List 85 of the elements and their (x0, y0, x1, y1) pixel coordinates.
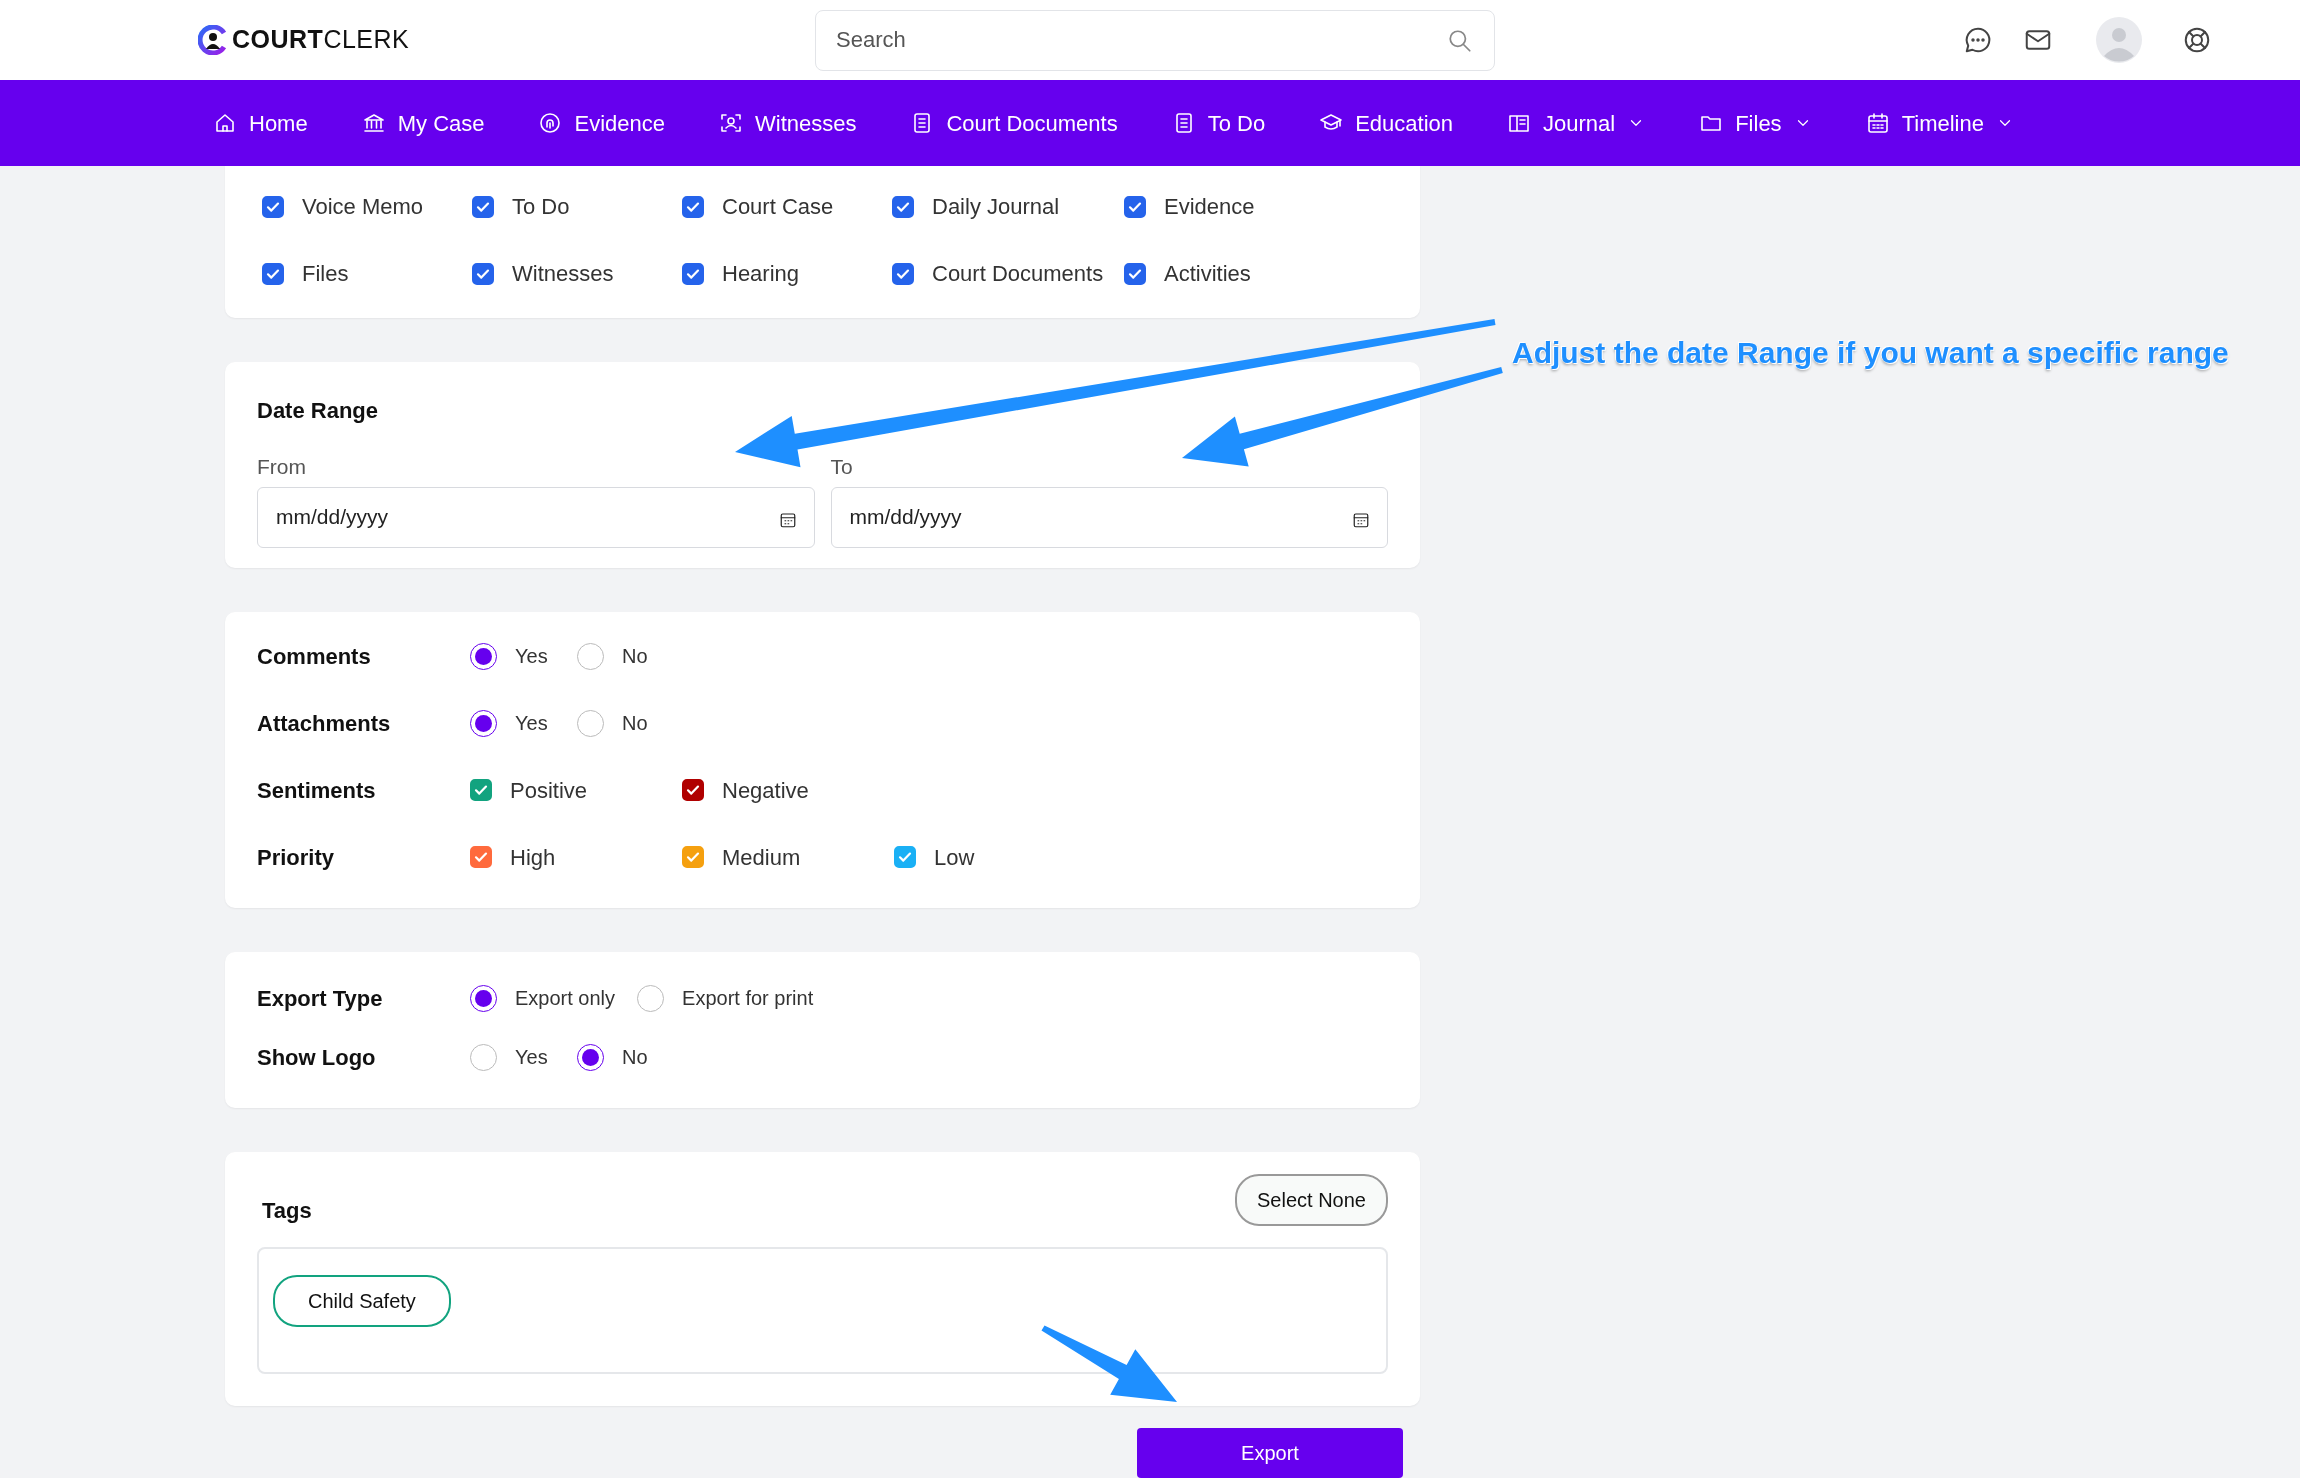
checkbox[interactable] (682, 195, 704, 218)
help-icon[interactable] (2182, 25, 2212, 55)
nav-link[interactable]: Witnesses (719, 106, 857, 140)
tag-chip[interactable]: Child Safety (273, 1274, 451, 1327)
search-field[interactable]: Search (815, 9, 1495, 71)
option-label: Export for print (682, 986, 814, 1011)
calendar-icon[interactable] (1352, 511, 1370, 530)
search-icon (1447, 27, 1473, 54)
radio-button[interactable] (470, 709, 497, 737)
checkbox-label: Voice Memo (302, 193, 424, 221)
chat-icon[interactable] (1963, 25, 1993, 55)
checkbox[interactable] (470, 779, 492, 801)
checkbox[interactable] (262, 195, 284, 218)
nav-link[interactable]: Court Documents (910, 106, 1118, 140)
nav-link[interactable]: Evidence (538, 106, 665, 140)
radio-button[interactable] (637, 984, 665, 1012)
field-label: To (830, 454, 854, 480)
checkbox[interactable] (892, 195, 914, 218)
checkbox[interactable] (262, 262, 284, 285)
checkbox-label: Hearing (722, 260, 800, 288)
option-label: Negative (722, 776, 809, 805)
checkbox-label: To Do (512, 193, 570, 221)
checkbox[interactable] (682, 262, 704, 285)
logo-text: COURTCLERK (232, 24, 410, 56)
radio-button[interactable] (470, 984, 497, 1012)
date-field[interactable]: mm/dd/yyyy (257, 486, 815, 548)
checkbox[interactable] (892, 262, 914, 285)
checkbox[interactable] (1124, 195, 1146, 218)
filter-label: Export Type (257, 984, 384, 1013)
date-field[interactable]: mm/dd/yyyy (830, 486, 1388, 548)
radio-button[interactable] (577, 1043, 604, 1071)
select-none-button[interactable]: Select None (1235, 1173, 1388, 1226)
nav-link[interactable]: Files (1699, 106, 1812, 140)
radio-button[interactable] (470, 1043, 497, 1071)
person-scan-icon (719, 111, 743, 135)
nav-link[interactable]: Education (1319, 106, 1453, 140)
filter-label: Comments (257, 642, 372, 671)
checkbox-label: Court Case (722, 193, 834, 221)
option-label: Export only (515, 986, 616, 1011)
option-label: Low (934, 843, 975, 872)
checkbox[interactable] (894, 846, 916, 868)
filter-label: Show Logo (257, 1043, 377, 1072)
nav-link[interactable]: Journal (1507, 106, 1646, 140)
option-label: Positive (510, 776, 588, 805)
option-label: No (622, 711, 648, 736)
checkbox[interactable] (470, 846, 492, 868)
radio-button[interactable] (577, 642, 604, 670)
annotation-text: Adjust the date Range if you want a specific range (1512, 335, 2229, 371)
option-label: High (510, 843, 556, 872)
checkbox-label: Files (302, 260, 349, 288)
nav-link[interactable]: Home (213, 106, 308, 140)
checkbox[interactable] (682, 779, 704, 801)
export-button[interactable]: Export (1137, 1427, 1403, 1478)
checkbox-label: Daily Journal (932, 193, 1060, 221)
nav-link[interactable]: My Case (361, 106, 485, 140)
filter-label: Priority (257, 843, 336, 872)
option-label: No (622, 1045, 648, 1070)
option-label: No (622, 644, 648, 669)
checkbox[interactable] (1124, 262, 1146, 285)
field-label: From (257, 454, 307, 480)
checkbox-label: Witnesses (512, 260, 614, 288)
bank-icon (361, 111, 386, 135)
home-icon (213, 111, 237, 135)
checkbox-label: Evidence (1164, 193, 1255, 221)
section-title: Date Range (257, 397, 380, 425)
radio-button[interactable] (577, 709, 604, 737)
filter-label: Attachments (257, 709, 392, 738)
option-label: Medium (722, 843, 801, 872)
option-label: Yes (515, 644, 548, 669)
checkbox[interactable] (472, 195, 494, 218)
option-label: Yes (515, 1045, 548, 1070)
filter-label: Sentiments (257, 776, 377, 805)
option-label: Yes (515, 711, 548, 736)
logo-icon (198, 25, 228, 55)
nav-link[interactable]: To Do (1171, 106, 1266, 140)
radio-button[interactable] (470, 642, 497, 670)
checkbox-label: Activities (1164, 260, 1251, 288)
checkbox[interactable] (472, 262, 494, 285)
checkbox[interactable] (682, 846, 704, 868)
checkbox-label: Court Documents (932, 260, 1104, 288)
fingerprint-icon (538, 111, 563, 135)
nav-link[interactable]: Timeline (1865, 106, 2014, 140)
calendar-icon[interactable] (778, 511, 797, 530)
calendar-icon (1865, 111, 1890, 135)
section-title: Tags (262, 1196, 312, 1225)
